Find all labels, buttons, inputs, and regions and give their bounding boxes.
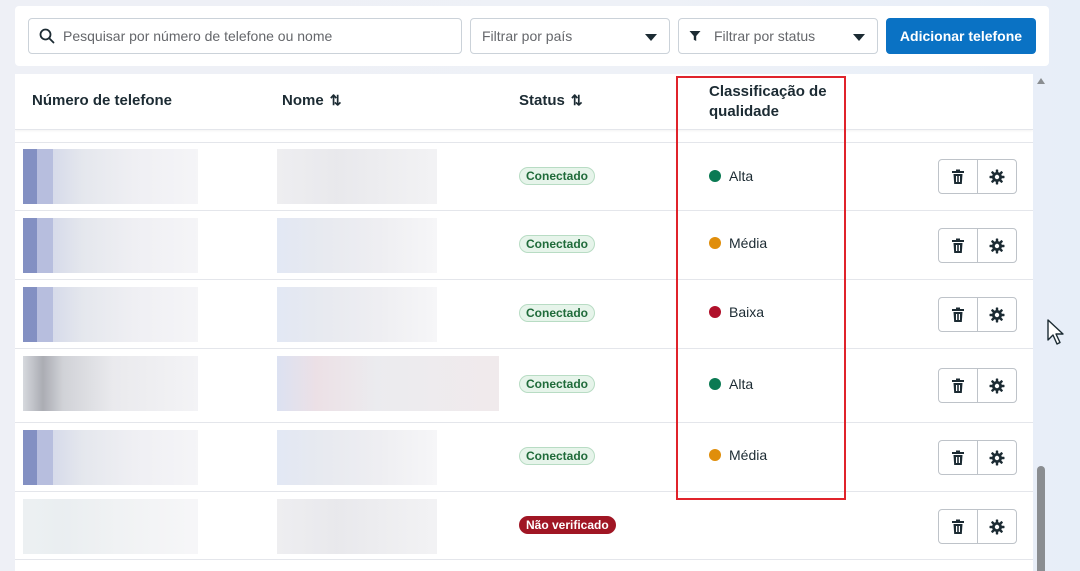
quality-label: Alta [729, 168, 754, 184]
quality-dot-icon [709, 237, 721, 249]
redacted-name [277, 149, 437, 204]
quality-dot-icon [709, 378, 721, 390]
redacted-name [277, 499, 437, 554]
add-phone-button[interactable]: Adicionar telefone [886, 18, 1036, 54]
status-filter-label: Filtrar por status [714, 28, 816, 44]
column-header-name[interactable]: Nome ⇅ [282, 92, 341, 109]
search-icon [39, 28, 55, 44]
gear-icon [989, 450, 1005, 465]
scroll-thumb[interactable] [1037, 466, 1045, 571]
gear-icon [989, 307, 1005, 322]
phone-numbers-table: Número de telefone Nome ⇅ Status ⇅ Class… [15, 74, 1033, 571]
column-header-phone-label: Número de telefone [32, 92, 173, 109]
column-header-quality-label: Classificação de qualidade [709, 83, 827, 120]
settings-button[interactable] [977, 159, 1017, 194]
quality-label: Alta [729, 376, 754, 392]
table-row: Conectado Baixa [15, 279, 1033, 348]
quality-rating: Média [709, 235, 767, 251]
status-badge: Conectado [519, 447, 596, 465]
status-badge: Conectado [519, 167, 596, 185]
country-filter-label: Filtrar por país [482, 28, 573, 44]
trash-icon [952, 238, 964, 253]
search-box[interactable] [28, 18, 462, 54]
redacted-phone [23, 218, 198, 273]
quality-rating: Média [709, 447, 767, 463]
quality-dot-icon [709, 449, 721, 461]
column-header-status[interactable]: Status ⇅ [519, 92, 583, 109]
settings-button[interactable] [977, 509, 1017, 544]
row-actions [938, 159, 1017, 194]
column-header-status-label: Status [519, 92, 565, 109]
redacted-name [277, 356, 499, 411]
trash-icon [952, 307, 964, 322]
trash-icon [952, 169, 964, 184]
search-input[interactable] [63, 28, 443, 44]
row-actions [938, 509, 1017, 544]
quality-label: Baixa [729, 304, 765, 320]
toolbar: Filtrar por país Filtrar por status Adic… [15, 6, 1049, 66]
delete-button[interactable] [938, 159, 978, 194]
column-header-name-label: Nome [282, 92, 324, 109]
sort-icon[interactable]: ⇅ [571, 92, 583, 109]
quality-dot-icon [709, 170, 721, 182]
status-badge: Conectado [519, 235, 596, 253]
settings-button[interactable] [977, 297, 1017, 332]
settings-button[interactable] [977, 440, 1017, 475]
quality-rating: Alta [709, 376, 753, 392]
caret-down-icon [853, 34, 865, 41]
gear-icon [989, 519, 1005, 534]
redacted-phone [23, 149, 198, 204]
delete-button[interactable] [938, 440, 978, 475]
row-actions [938, 440, 1017, 475]
gear-icon [989, 378, 1005, 393]
table-row: Conectado Média [15, 422, 1033, 491]
delete-button[interactable] [938, 228, 978, 263]
redacted-phone [23, 356, 198, 411]
scroll-up-icon[interactable] [1037, 78, 1045, 84]
table-row: Não verificado [15, 491, 1033, 560]
caret-down-icon [645, 34, 657, 41]
status-badge: Conectado [519, 304, 596, 322]
table-header: Número de telefone Nome ⇅ Status ⇅ Class… [15, 74, 1033, 130]
status-filter-select[interactable]: Filtrar por status [678, 18, 878, 54]
filter-icon [689, 31, 701, 41]
redacted-phone [23, 430, 198, 485]
column-header-quality: Classificação de qualidade [709, 82, 849, 122]
redacted-phone [23, 499, 198, 554]
status-badge: Não verificado [519, 516, 616, 534]
redacted-phone [23, 287, 198, 342]
row-actions [938, 368, 1017, 403]
delete-button[interactable] [938, 297, 978, 332]
trash-icon [952, 519, 964, 534]
delete-button[interactable] [938, 368, 978, 403]
quality-rating: Alta [709, 168, 753, 184]
gear-icon [989, 169, 1005, 184]
trash-icon [952, 378, 964, 393]
column-header-phone: Número de telefone [32, 92, 172, 109]
delete-button[interactable] [938, 509, 978, 544]
sort-icon[interactable]: ⇅ [330, 92, 342, 109]
gear-icon [989, 238, 1005, 253]
quality-label: Média [729, 447, 768, 463]
quality-rating: Baixa [709, 304, 764, 320]
table-row: Conectado Alta [15, 348, 1033, 422]
row-actions [938, 228, 1017, 263]
quality-label: Média [729, 235, 768, 251]
quality-dot-icon [709, 306, 721, 318]
mouse-cursor-icon [1047, 319, 1064, 345]
table-row: Conectado Média [15, 210, 1033, 279]
settings-button[interactable] [977, 228, 1017, 263]
country-filter-select[interactable]: Filtrar por país [470, 18, 670, 54]
redacted-name [277, 287, 437, 342]
redacted-name [277, 218, 437, 273]
redacted-name [277, 430, 437, 485]
status-badge: Conectado [519, 375, 596, 393]
row-actions [938, 297, 1017, 332]
table-row: Conectado Alta [15, 142, 1033, 210]
trash-icon [952, 450, 964, 465]
settings-button[interactable] [977, 368, 1017, 403]
